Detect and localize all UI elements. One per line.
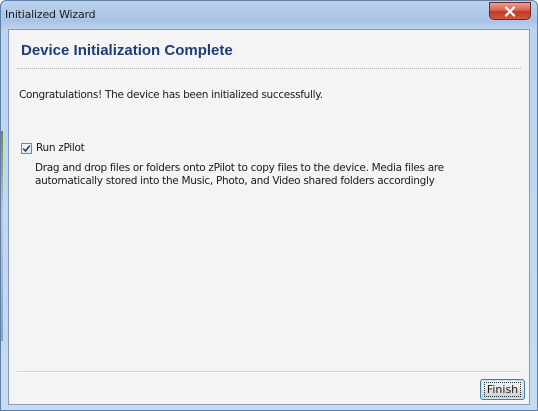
checkmark-icon	[22, 144, 31, 152]
zpilot-description: Drag and drop files or folders onto zPil…	[35, 162, 444, 187]
window-title: Initialized Wizard	[5, 8, 96, 21]
run-zpilot-option[interactable]: Run zPilot	[21, 142, 85, 154]
run-zpilot-checkbox[interactable]	[21, 142, 32, 154]
close-button[interactable]	[489, 2, 531, 20]
title-bar[interactable]: Initialized Wizard	[1, 1, 537, 29]
run-zpilot-label[interactable]: Run zPilot	[36, 142, 85, 154]
wizard-window: Initialized Wizard Device Initialization…	[0, 0, 538, 411]
window-edge-decoration	[1, 131, 3, 341]
close-x-icon	[504, 5, 516, 17]
success-message: Congratulations! The device has been ini…	[19, 89, 323, 101]
header-divider	[17, 68, 521, 69]
header-panel: Device Initialization Complete	[19, 40, 519, 59]
finish-button[interactable]: Finish	[480, 379, 525, 400]
footer-divider	[17, 371, 521, 373]
page-title: Device Initialization Complete	[21, 42, 233, 59]
finish-button-label: Finish	[483, 382, 522, 397]
wizard-content: Device Initialization Complete Congratul…	[8, 29, 530, 405]
